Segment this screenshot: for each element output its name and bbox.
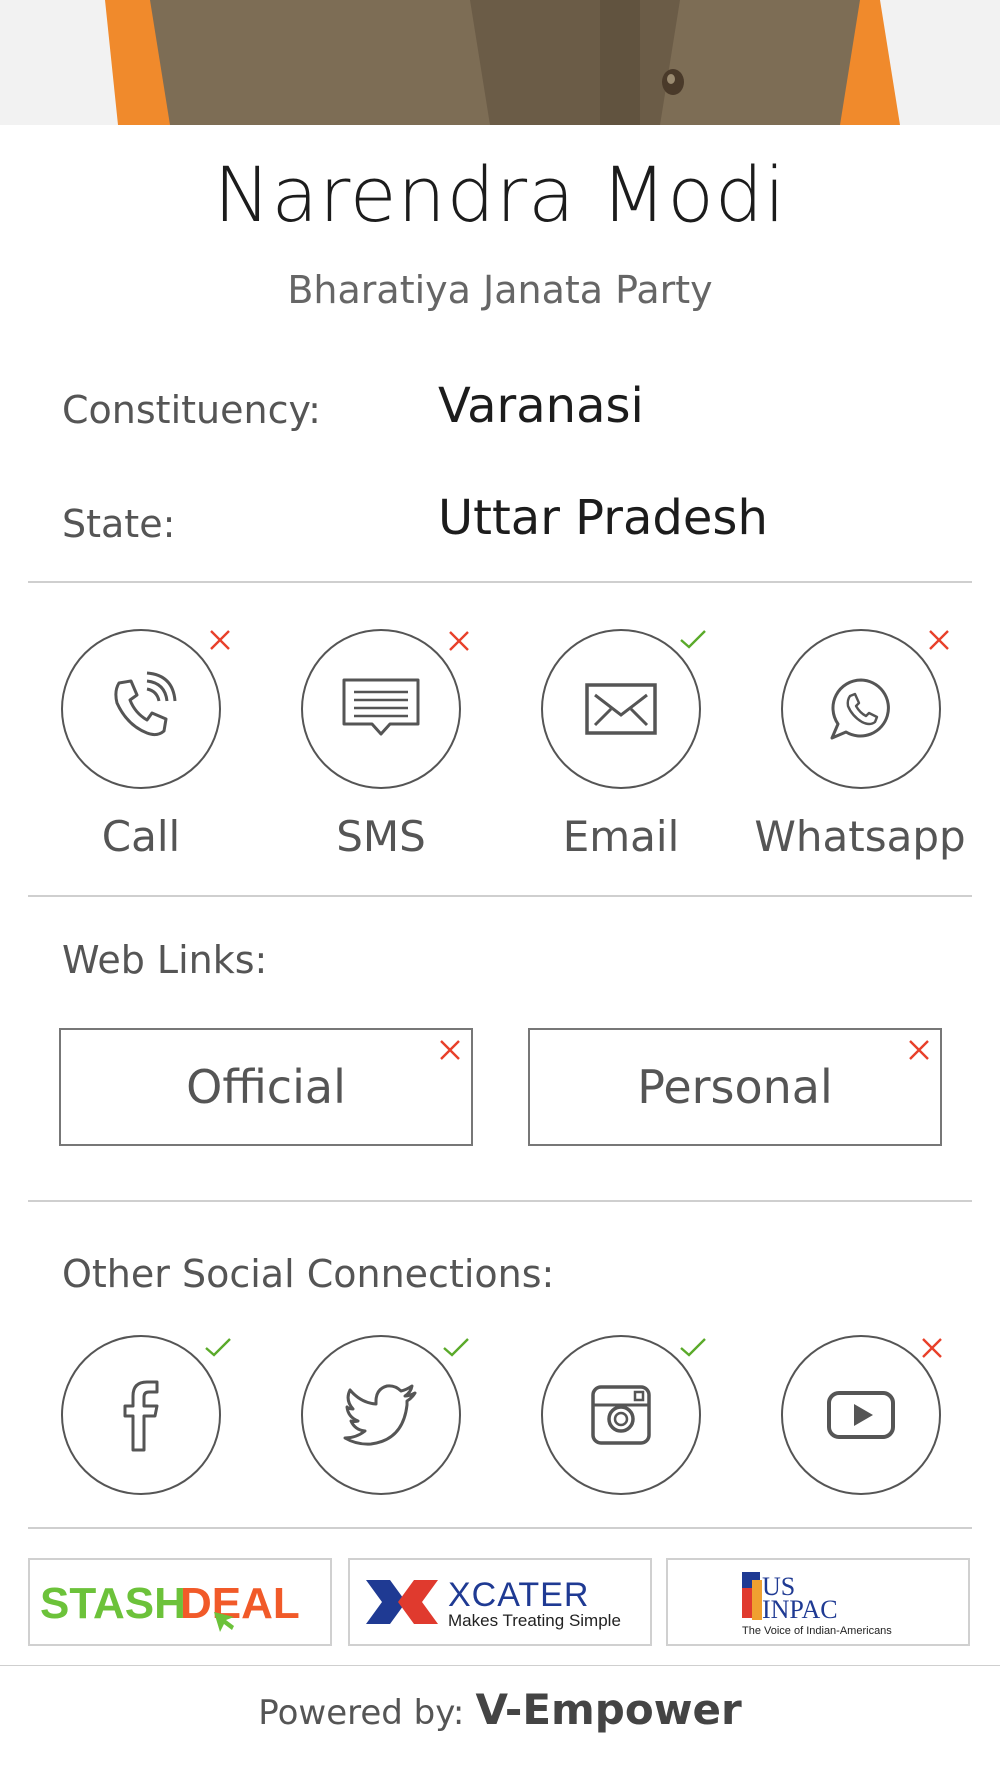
usinpac-sponsor[interactable]: US INPAC The Voice of Indian-Americans	[666, 1558, 970, 1646]
personal-unavailable-icon	[904, 1035, 934, 1065]
party-name: Bharatiya Janata Party	[287, 268, 713, 312]
twitter-available-icon	[441, 1332, 471, 1362]
instagram-icon	[591, 1385, 651, 1445]
profile-photo	[0, 0, 1000, 125]
stashdeal-sponsor[interactable]: STASH DEAL	[28, 1558, 332, 1646]
email-available-icon	[678, 624, 708, 654]
official-unavailable-icon	[435, 1035, 465, 1065]
whatsapp-label: Whatsapp	[754, 812, 966, 861]
instagram-button[interactable]	[541, 1335, 701, 1495]
divider	[28, 1527, 972, 1529]
divider	[28, 895, 972, 897]
call-button[interactable]	[61, 629, 221, 789]
sms-icon	[342, 678, 420, 736]
usinpac-logo: US INPAC The Voice of Indian-Americans	[742, 1572, 892, 1637]
web-links-title: Web Links:	[62, 938, 268, 982]
envelope-icon	[585, 683, 657, 735]
state-label: State:	[62, 502, 176, 546]
constituency-value: Varanasi	[438, 378, 644, 434]
email-label: Email	[562, 812, 680, 861]
state-value: Uttar Pradesh	[438, 490, 768, 546]
svg-text:XCATER: XCATER	[448, 1576, 589, 1614]
xcater-logo: XCATER Makes Treating Simple	[366, 1576, 621, 1630]
constituency-label: Constituency:	[62, 388, 321, 432]
powered-by-label: Powered by:	[258, 1693, 465, 1733]
personal-link-button[interactable]: Personal	[528, 1028, 942, 1146]
footer-divider	[0, 1665, 1000, 1666]
svg-text:The Voice of Indian-Americans: The Voice of Indian-Americans	[742, 1625, 892, 1637]
whatsapp-icon	[830, 678, 890, 740]
divider	[28, 1200, 972, 1202]
svg-text:Makes Treating Simple: Makes Treating Simple	[448, 1611, 621, 1630]
facebook-icon	[123, 1380, 159, 1452]
svg-text:STASH: STASH	[40, 1579, 186, 1628]
sms-label: SMS	[336, 812, 426, 861]
facebook-available-icon	[203, 1332, 233, 1362]
sms-button[interactable]	[301, 629, 461, 789]
whatsapp-unavailable-icon	[924, 625, 954, 655]
powered-by-brand: V-Empower	[475, 1685, 742, 1734]
email-button[interactable]	[541, 629, 701, 789]
whatsapp-button[interactable]	[781, 629, 941, 789]
stashdeal-logo: STASH DEAL	[40, 1579, 300, 1632]
call-unavailable-icon	[205, 625, 235, 655]
call-label: Call	[101, 812, 181, 861]
social-title: Other Social Connections:	[62, 1252, 555, 1296]
portrait-image	[0, 0, 1000, 125]
svg-text:INPAC: INPAC	[762, 1595, 838, 1624]
twitter-button[interactable]	[301, 1335, 461, 1495]
sms-unavailable-icon	[444, 626, 474, 656]
youtube-icon	[827, 1391, 895, 1439]
twitter-icon	[343, 1384, 417, 1446]
personal-link-label: Personal	[637, 1060, 833, 1114]
svg-text:DEAL: DEAL	[180, 1579, 300, 1628]
divider	[28, 581, 972, 583]
official-link-button[interactable]: Official	[59, 1028, 473, 1146]
xcater-sponsor[interactable]: XCATER Makes Treating Simple	[348, 1558, 652, 1646]
candidate-name: Narendra Modi	[213, 150, 787, 239]
instagram-available-icon	[678, 1332, 708, 1362]
footer: Powered by: V-Empower	[0, 1685, 1000, 1734]
official-link-label: Official	[186, 1060, 346, 1114]
youtube-unavailable-icon	[917, 1333, 947, 1363]
facebook-button[interactable]	[61, 1335, 221, 1495]
phone-icon	[114, 671, 177, 737]
